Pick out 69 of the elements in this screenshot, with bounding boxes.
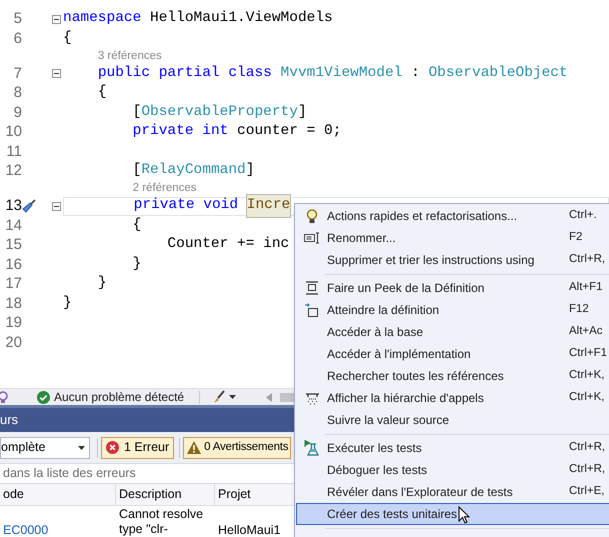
line-number: 14 bbox=[4, 216, 22, 236]
line-number: 10 bbox=[4, 122, 22, 142]
menu-item-label: Supprimer et trier les instructions using bbox=[327, 252, 534, 269]
line-number: 7 bbox=[12, 64, 22, 84]
code-type-name: ObservableObject bbox=[427, 64, 568, 83]
table-cell-text: Cannot resolve type "clr- bbox=[119, 507, 204, 537]
line-number: 8 bbox=[12, 83, 22, 103]
line-number: 18 bbox=[4, 294, 22, 314]
menu-item-label: Créer des tests unitaires bbox=[327, 506, 458, 523]
line-number: 13 bbox=[4, 196, 22, 216]
shortcut-text: Ctrl+F1 bbox=[569, 346, 608, 362]
menu-item-label: Accéder à la base bbox=[327, 324, 424, 341]
line-number: 17 bbox=[4, 274, 22, 294]
menu-item-label: Accéder à l'implémentation bbox=[327, 346, 471, 363]
code-text: Counter += inc bbox=[167, 235, 290, 254]
code-text: } bbox=[63, 294, 72, 313]
code-keyword: private int bbox=[132, 122, 228, 142]
shortcut-text: Alt+Ac bbox=[569, 324, 604, 340]
menu-item-label: Révéler dans l'Explorateur de tests bbox=[327, 484, 513, 501]
code-text: { bbox=[132, 216, 142, 235]
code-type-name: RelayCommand bbox=[141, 161, 246, 180]
code-text: { bbox=[98, 83, 107, 102]
shortcut-text: Ctrl+E, bbox=[569, 484, 606, 500]
shortcut-text: Ctrl+K, bbox=[569, 390, 606, 406]
status-message: Aucun problème détecté bbox=[54, 389, 184, 406]
menu-item-label: Renommer... bbox=[327, 230, 396, 247]
code-keyword: private void bbox=[134, 196, 240, 216]
shortcut-text: Ctrl+K, bbox=[569, 368, 606, 384]
menu-item-label: Exécuter les tests bbox=[327, 440, 422, 457]
code-text: ] bbox=[246, 161, 254, 180]
code-text: ] bbox=[298, 102, 307, 122]
panel-title: urs bbox=[0, 411, 18, 430]
line-number: 15 bbox=[4, 235, 22, 255]
shortcut-text: Alt+F1 bbox=[569, 280, 604, 296]
code-type-name: ObservableProperty bbox=[141, 102, 298, 122]
shortcut-text: Ctrl+R, bbox=[569, 440, 606, 456]
shortcut-text: Ctrl+. bbox=[569, 208, 598, 224]
shortcut-text: F12 bbox=[569, 302, 590, 318]
shortcut-text: F2 bbox=[569, 230, 584, 246]
menu-item-label: Actions rapides et refactorisations... bbox=[327, 208, 518, 225]
code-text: } bbox=[132, 254, 142, 274]
line-number: 9 bbox=[12, 102, 22, 122]
menu-item-label: Afficher la hiérarchie d'appels bbox=[327, 390, 484, 407]
line-number: 16 bbox=[4, 254, 22, 274]
line-number: 19 bbox=[4, 313, 22, 333]
menu-item-label: Atteindre la définition bbox=[327, 302, 440, 319]
code-text: [ bbox=[132, 161, 142, 180]
table-cell: HelloMaui1 bbox=[218, 523, 281, 537]
menu-item-label: Faire un Peek de la Définition bbox=[327, 280, 484, 297]
menu-item-label: Suivre la valeur source bbox=[327, 412, 450, 429]
line-number: 11 bbox=[5, 142, 22, 162]
shortcut-text: Ctrl+R, bbox=[569, 462, 606, 478]
code-keyword: namespace bbox=[63, 9, 142, 28]
highlighted-identifier: Incre bbox=[246, 195, 290, 218]
line-number: 6 bbox=[12, 28, 22, 48]
code-text: } bbox=[98, 274, 107, 294]
code-text: : bbox=[410, 64, 420, 83]
code-type-name: Mvvm1ViewModel bbox=[280, 64, 402, 83]
code-text: HelloMaui1.ViewModels bbox=[149, 9, 333, 28]
line-number: 20 bbox=[4, 332, 22, 352]
menu-item-label: Rechercher toutes les références bbox=[327, 368, 504, 385]
code-text: counter = 0; bbox=[236, 122, 342, 142]
line-number: 12 bbox=[4, 161, 22, 181]
code-text: { bbox=[63, 28, 72, 48]
menu-item-label: Déboguer les tests bbox=[327, 462, 428, 479]
line-number: 5 bbox=[12, 9, 22, 29]
code-text: [ bbox=[132, 102, 142, 122]
code-keyword: public partial class bbox=[98, 64, 272, 83]
shortcut-text: Ctrl+R, bbox=[569, 252, 606, 268]
